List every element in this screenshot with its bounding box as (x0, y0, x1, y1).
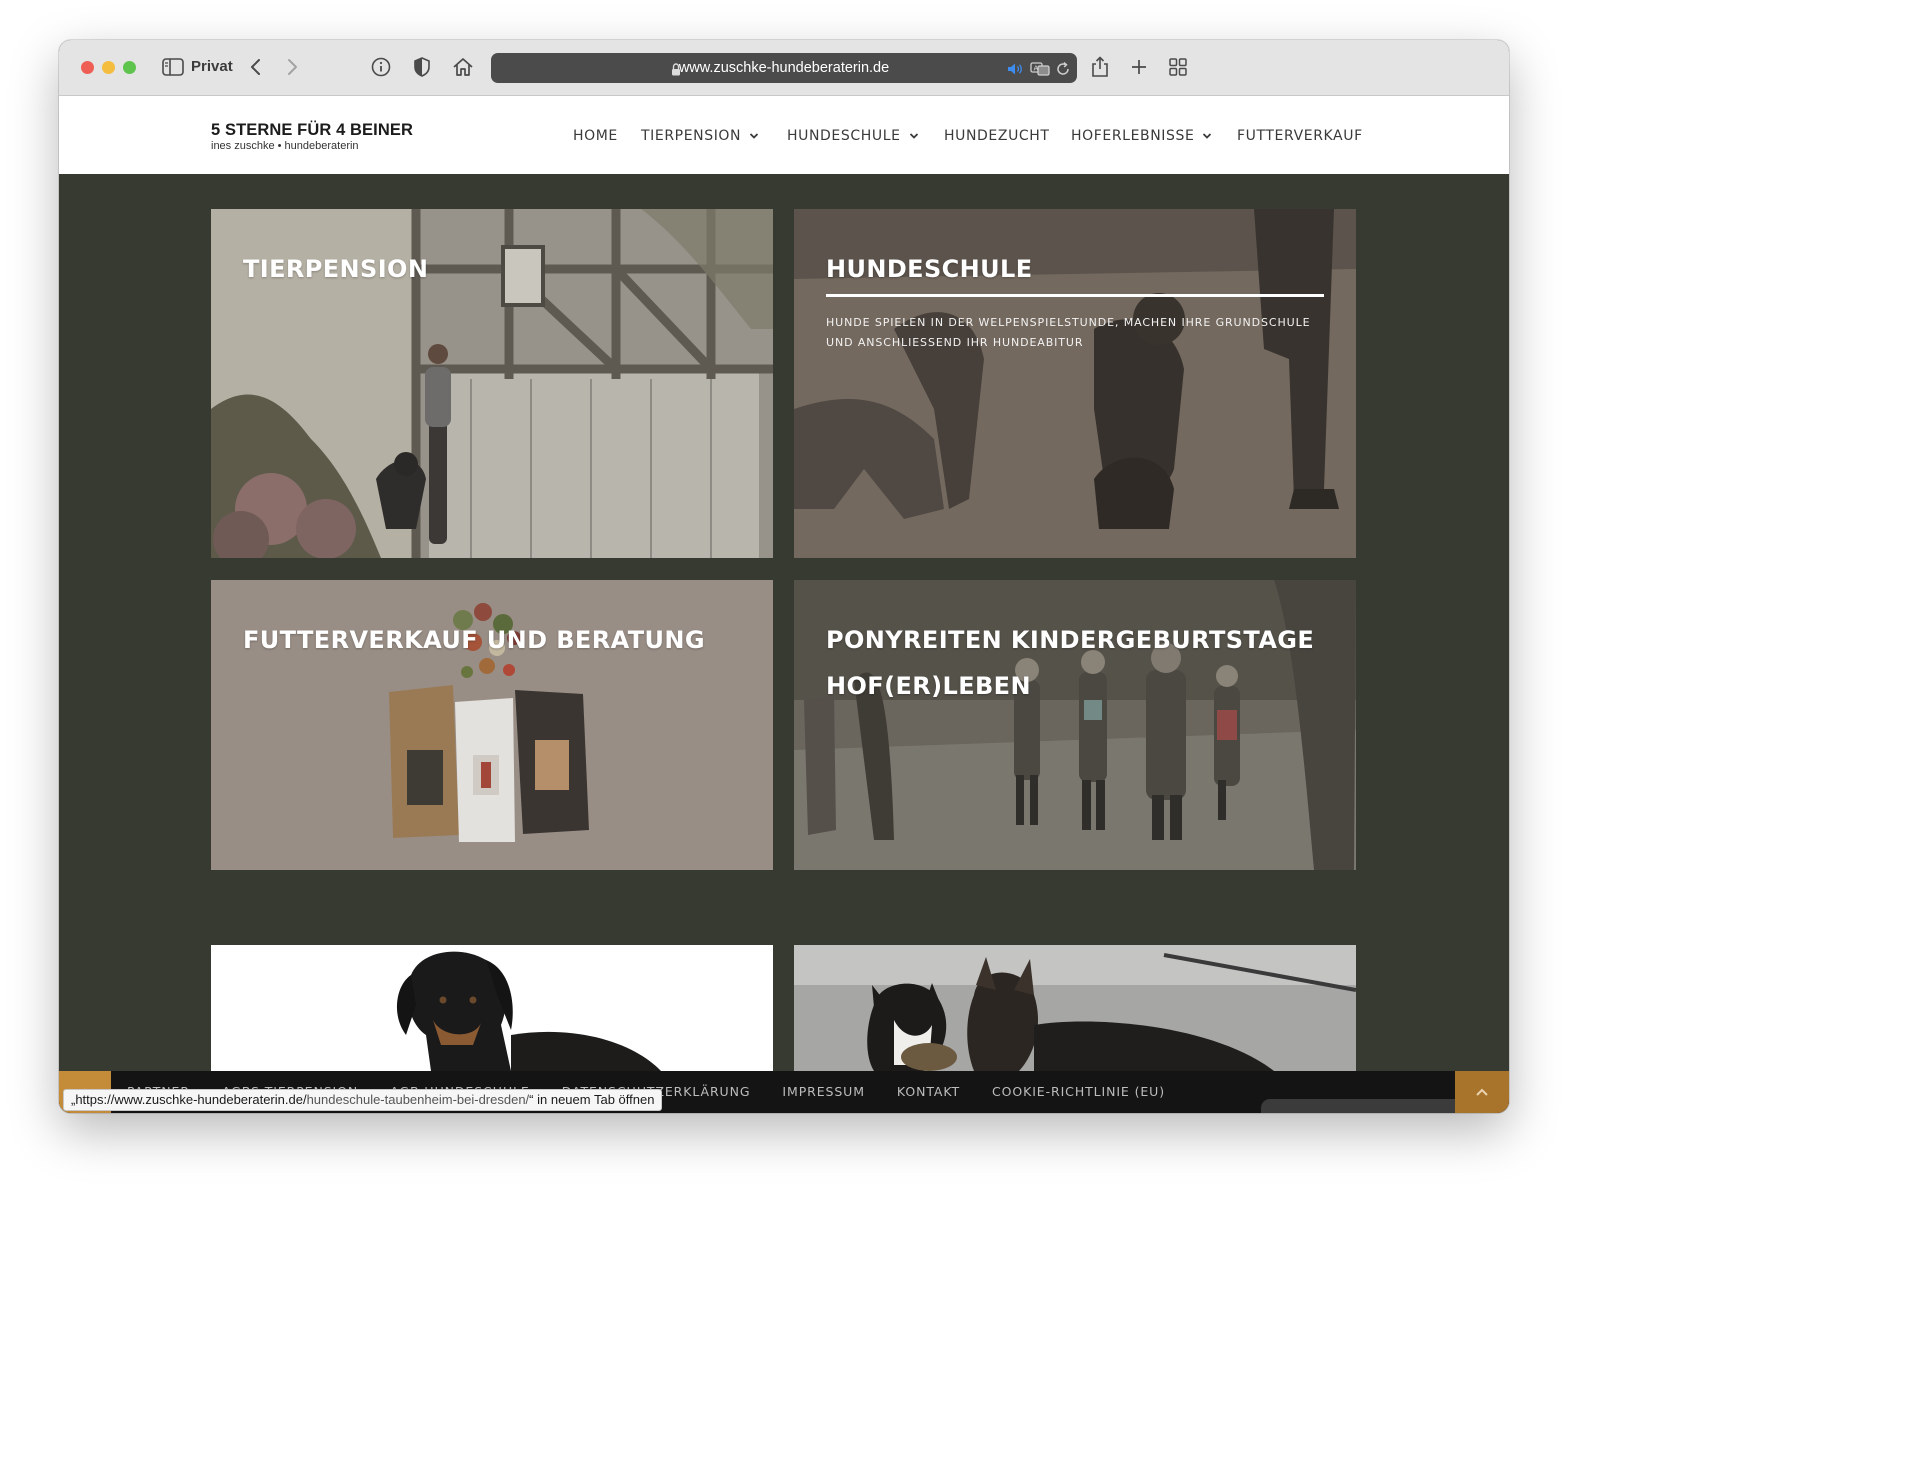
tile-title-underline (826, 294, 1324, 297)
chevron-down-icon (749, 132, 759, 140)
nav-item-label: HOME (573, 128, 618, 144)
site-logo-title[interactable]: 5 STERNE FÜR 4 BEINER (211, 121, 413, 140)
private-mode-label: Privat (191, 58, 233, 75)
tile-ponyreiten[interactable]: PONYREITEN KINDERGEBURTSTAGE HOF(ER)LEBE… (794, 580, 1356, 870)
footer-link-cookie-richtlinie[interactable]: COOKIE-RICHTLINIE (EU) (992, 1084, 1165, 1099)
tile-title: HUNDESCHULE (826, 255, 1033, 283)
tile-title-line-2: HOF(ER)LEBEN (826, 672, 1031, 700)
nav-item-tierpension[interactable]: TIERPENSION (641, 126, 759, 146)
nav-item-hundeschule[interactable]: HUNDESCHULE (787, 126, 919, 146)
new-tab-icon[interactable] (1130, 55, 1148, 79)
puppies-photo (794, 945, 1356, 1071)
status-url-suffix: “ in neuem Tab öffnen (529, 1092, 655, 1107)
tab-overview-icon[interactable] (1169, 55, 1187, 79)
nav-item-label: HUNDEZUCHT (944, 128, 1050, 144)
tile-dog-photo-2[interactable] (794, 945, 1356, 1071)
footer-link-kontakt[interactable]: KONTAKT (897, 1084, 960, 1099)
tile-description: HUNDE SPIELEN IN DER WELPENSPIELSTUNDE, … (826, 316, 1311, 349)
address-bar[interactable]: www.zuschke-hundeberaterin.de A (491, 53, 1077, 83)
nav-item-label: TIERPENSION (641, 128, 742, 144)
tile-futterverkauf[interactable]: FUTTERVERKAUF UND BERATUNG (211, 580, 773, 870)
browser-window: Privat www.zuschke-hundeberaterin.de A 5… (59, 40, 1509, 1113)
footer-link-impressum[interactable]: IMPRESSUM (782, 1084, 865, 1099)
status-url-path: hundeschule-taubenheim-bei-dresden/ (306, 1092, 530, 1107)
sidebar-toggle-icon[interactable] (162, 55, 184, 79)
nav-item-hoferlebnisse[interactable]: HOFERLEBNISSE (1071, 126, 1212, 146)
status-url-prefix: „https://www.zuschke-hundeberaterin.de/ (71, 1092, 307, 1107)
privacy-shield-icon[interactable] (413, 55, 431, 79)
nav-item-label: HUNDESCHULE (787, 128, 901, 144)
chevron-down-icon (1202, 132, 1212, 140)
zoom-window-button[interactable] (123, 61, 136, 74)
site-logo-subtitle: ines zuschke • hundeberaterin (211, 140, 359, 152)
footer-overlay-tab[interactable] (1261, 1099, 1465, 1113)
close-window-button[interactable] (81, 61, 94, 74)
info-icon[interactable] (371, 55, 391, 79)
site-header: 5 STERNE FÜR 4 BEINER ines zuschke • hun… (59, 96, 1509, 174)
chevron-down-icon (909, 132, 919, 140)
share-icon[interactable] (1091, 55, 1109, 79)
scroll-to-top-button[interactable] (1455, 1071, 1509, 1113)
browser-toolbar: Privat www.zuschke-hundeberaterin.de A (59, 40, 1509, 96)
url-text: www.zuschke-hundeberaterin.de (678, 60, 890, 76)
audio-icon[interactable] (1007, 57, 1023, 81)
nav-item-label: FUTTERVERKAUF (1237, 128, 1363, 144)
minimize-window-button[interactable] (102, 61, 115, 74)
nav-item-label: HOFERLEBNISSE (1071, 128, 1195, 144)
chevron-up-icon (1476, 1088, 1488, 1096)
back-icon[interactable] (249, 55, 263, 79)
dachshund-photo (211, 945, 773, 1071)
nav-item-futterverkauf[interactable]: FUTTERVERKAUF (1237, 126, 1363, 146)
tile-title-line-1: PONYREITEN KINDERGEBURTSTAGE (826, 626, 1315, 654)
tile-dog-photo-1[interactable] (211, 945, 773, 1071)
svg-text:A: A (1034, 65, 1039, 73)
tile-title: FUTTERVERKAUF UND BERATUNG (243, 626, 705, 654)
translate-icon[interactable]: A (1030, 57, 1050, 81)
nav-item-hundezucht[interactable]: HUNDEZUCHT (944, 126, 1050, 146)
link-status-tooltip: „https://www.zuschke-hundeberaterin.de/h… (63, 1089, 663, 1111)
home-icon[interactable] (452, 55, 474, 79)
reload-icon[interactable] (1055, 57, 1071, 81)
nav-item-home[interactable]: HOME (573, 126, 618, 146)
tile-tierpension[interactable]: TIERPENSION (211, 209, 773, 558)
forward-icon[interactable] (285, 55, 299, 79)
tile-hundeschule[interactable]: HUNDESCHULE HUNDE SPIELEN IN DER WELPENS… (794, 209, 1356, 558)
tile-title: TIERPENSION (243, 255, 429, 283)
